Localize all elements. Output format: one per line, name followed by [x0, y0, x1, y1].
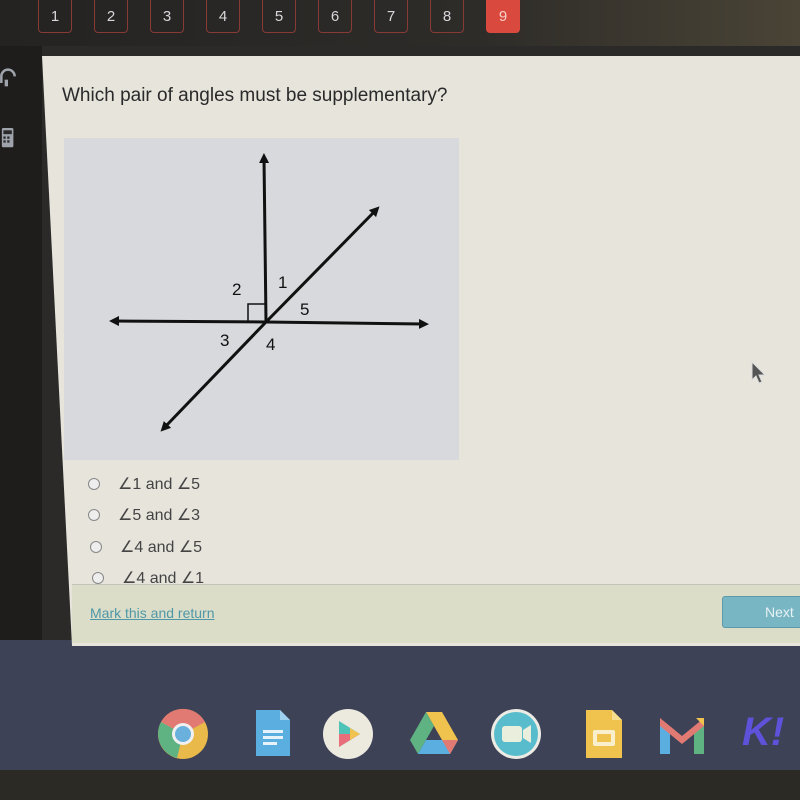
question-2-button[interactable]: 2 — [94, 0, 128, 33]
vertical-ray — [259, 153, 270, 323]
mouse-cursor-icon — [751, 360, 767, 384]
question-6-button[interactable]: 6 — [318, 0, 352, 33]
radio-button[interactable] — [88, 477, 100, 490]
zoom-icon[interactable] — [490, 708, 542, 760]
horizontal-line-right — [265, 318, 429, 329]
right-angle-marker — [247, 303, 267, 323]
next-button[interactable]: Next — [722, 596, 800, 628]
answer-option-4[interactable]: ∠4 and ∠1 — [88, 563, 204, 595]
question-4-button[interactable]: 4 — [206, 0, 240, 33]
chrome-icon[interactable] — [157, 708, 209, 760]
radio-button[interactable] — [88, 509, 100, 522]
angle-label-2: 2 — [232, 280, 241, 299]
option-label: ∠1 and ∠5 — [118, 475, 201, 493]
angle-label-3: 3 — [220, 331, 229, 350]
question-7-button[interactable]: 7 — [374, 0, 408, 33]
diagonal-line-upper — [264, 206, 380, 324]
kahoot-icon[interactable]: K! — [742, 710, 784, 755]
calculator-icon[interactable] — [0, 128, 16, 148]
google-slides-icon[interactable] — [578, 708, 630, 760]
option-label: ∠4 and ∠1 — [122, 570, 205, 588]
angle-label-4: 4 — [266, 335, 275, 354]
horizontal-line — [109, 316, 267, 327]
play-store-icon[interactable] — [322, 708, 374, 760]
question-nav: 1 2 3 4 5 6 7 8 9 — [38, 0, 520, 33]
answer-option-3[interactable]: ∠4 and ∠5 — [88, 531, 204, 563]
google-drive-icon[interactable] — [408, 708, 460, 760]
question-1-button[interactable]: 1 — [38, 0, 72, 33]
option-label: ∠4 and ∠5 — [120, 538, 203, 556]
angle-label-1: 1 — [278, 273, 287, 292]
answer-options: ∠1 and ∠5 ∠5 and ∠3 ∠4 and ∠5 ∠4 and ∠1 — [88, 468, 204, 594]
angle-diagram: 1 2 3 4 5 — [64, 138, 459, 460]
answer-option-1[interactable]: ∠1 and ∠5 — [88, 468, 204, 500]
headphones-icon[interactable] — [0, 68, 16, 88]
answer-option-2[interactable]: ∠5 and ∠3 — [88, 500, 204, 532]
gmail-icon[interactable] — [656, 708, 708, 760]
radio-button[interactable] — [90, 540, 102, 553]
tool-sidebar — [0, 46, 42, 646]
question-5-button[interactable]: 5 — [262, 0, 296, 33]
diagonal-line-lower — [160, 320, 268, 432]
angle-label-5: 5 — [300, 300, 309, 319]
question-3-button[interactable]: 3 — [150, 0, 184, 33]
option-label: ∠5 and ∠3 — [118, 507, 201, 525]
question-8-button[interactable]: 8 — [430, 0, 464, 33]
screen-bezel — [0, 770, 800, 800]
question-nav-bar: 1 2 3 4 5 6 7 8 9 — [0, 0, 800, 46]
google-docs-icon[interactable] — [246, 708, 298, 760]
question-9-button[interactable]: 9 — [486, 0, 520, 33]
mark-and-return-link[interactable]: Mark this and return — [90, 605, 215, 621]
radio-button[interactable] — [92, 572, 104, 585]
question-text: Which pair of angles must be supplementa… — [62, 85, 448, 106]
